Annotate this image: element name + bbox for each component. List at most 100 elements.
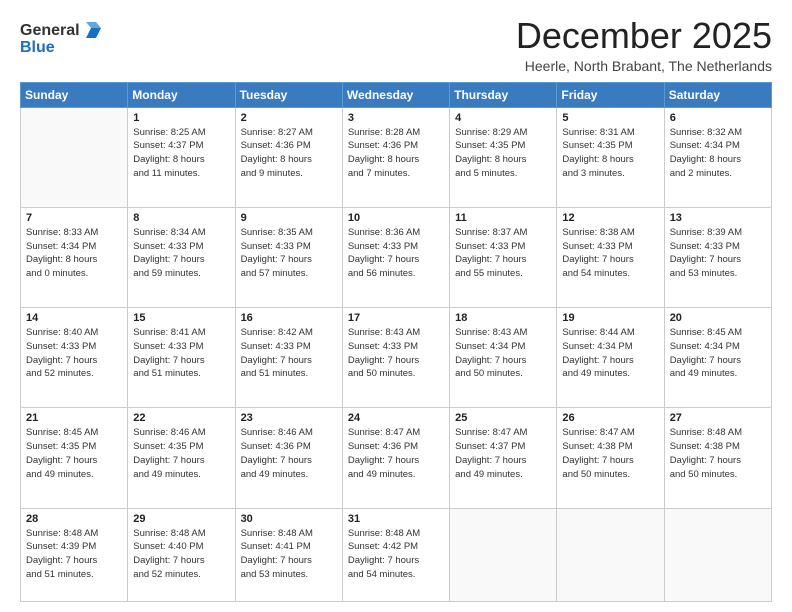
day-number: 31 [348,513,444,525]
day-info: Sunrise: 8:47 AMSunset: 4:38 PMDaylight:… [562,426,658,481]
day-number: 23 [241,412,337,424]
calendar-cell [557,508,664,601]
day-info: Sunrise: 8:36 AMSunset: 4:33 PMDaylight:… [348,226,444,281]
day-info: Sunrise: 8:41 AMSunset: 4:33 PMDaylight:… [133,326,229,381]
calendar-cell: 11 Sunrise: 8:37 AMSunset: 4:33 PMDayligh… [450,207,557,307]
day-info: Sunrise: 8:45 AMSunset: 4:34 PMDaylight:… [670,326,766,381]
day-number: 3 [348,112,444,124]
calendar-cell: 25Sunrise: 8:47 AMSunset: 4:37 PMDayligh… [450,408,557,508]
calendar-week-row: 21 Sunrise: 8:45 AMSunset: 4:35 PMDayligh… [21,408,772,508]
calendar-cell: 27 Sunrise: 8:48 AMSunset: 4:38 PMDayligh… [664,408,771,508]
day-info: Sunrise: 8:38 AMSunset: 4:33 PMDaylight:… [562,226,658,281]
day-info: Sunrise: 8:43 AMSunset: 4:34 PMDaylight:… [455,326,551,381]
calendar-cell: 31 Sunrise: 8:48 AMSunset: 4:42 PMDayligh… [342,508,449,601]
day-info: Sunrise: 8:28 AMSunset: 4:36 PMDaylight:… [348,126,444,181]
day-info: Sunrise: 8:48 AMSunset: 4:39 PMDaylight:… [26,527,122,582]
calendar-cell: 8 Sunrise: 8:34 AMSunset: 4:33 PMDaylight… [128,207,235,307]
day-number: 27 [670,412,766,424]
calendar-cell: 28 Sunrise: 8:48 AMSunset: 4:39 PMDayligh… [21,508,128,601]
day-number: 24 [348,412,444,424]
calendar-cell: 14 Sunrise: 8:40 AMSunset: 4:33 PMDayligh… [21,308,128,408]
day-info: Sunrise: 8:31 AMSunset: 4:35 PMDaylight:… [562,126,658,181]
day-info: Sunrise: 8:43 AMSunset: 4:33 PMDaylight:… [348,326,444,381]
day-info: Sunrise: 8:45 AMSunset: 4:35 PMDaylight:… [26,426,122,481]
day-number: 20 [670,312,766,324]
day-info: Sunrise: 8:44 AMSunset: 4:34 PMDaylight:… [562,326,658,381]
day-info: Sunrise: 8:34 AMSunset: 4:33 PMDaylight:… [133,226,229,281]
calendar-week-row: 28 Sunrise: 8:48 AMSunset: 4:39 PMDayligh… [21,508,772,601]
calendar-cell: 13 Sunrise: 8:39 AMSunset: 4:33 PMDayligh… [664,207,771,307]
calendar-cell: 29 Sunrise: 8:48 AMSunset: 4:40 PMDayligh… [128,508,235,601]
calendar-cell: 23 Sunrise: 8:46 AMSunset: 4:36 PMDayligh… [235,408,342,508]
day-info: Sunrise: 8:42 AMSunset: 4:33 PMDaylight:… [241,326,337,381]
day-number: 12 [562,212,658,224]
calendar-cell: 15 Sunrise: 8:41 AMSunset: 4:33 PMDayligh… [128,308,235,408]
day-info: Sunrise: 8:48 AMSunset: 4:42 PMDaylight:… [348,527,444,582]
day-number: 30 [241,513,337,525]
calendar-cell: 12 Sunrise: 8:38 AMSunset: 4:33 PMDayligh… [557,207,664,307]
day-info: Sunrise: 8:33 AMSunset: 4:34 PMDaylight:… [26,226,122,281]
day-number: 7 [26,212,122,224]
day-number: 5 [562,112,658,124]
day-number: 15 [133,312,229,324]
weekday-header: Sunday [21,82,128,107]
day-info: Sunrise: 8:39 AMSunset: 4:33 PMDaylight:… [670,226,766,281]
day-info: Sunrise: 8:32 AMSunset: 4:34 PMDaylight:… [670,126,766,181]
day-info: Sunrise: 8:48 AMSunset: 4:40 PMDaylight:… [133,527,229,582]
day-number: 19 [562,312,658,324]
month-title: December 2025 [516,16,772,56]
day-number: 26 [562,412,658,424]
calendar-cell: 10Sunrise: 8:36 AMSunset: 4:33 PMDayligh… [342,207,449,307]
calendar-cell: 5 Sunrise: 8:31 AMSunset: 4:35 PMDaylight… [557,107,664,207]
day-number: 9 [241,212,337,224]
day-info: Sunrise: 8:46 AMSunset: 4:36 PMDaylight:… [241,426,337,481]
logo: General Blue [20,20,104,57]
calendar-cell [450,508,557,601]
day-number: 17 [348,312,444,324]
day-number: 1 [133,112,229,124]
weekday-header: Monday [128,82,235,107]
page: General Blue December 2025 Heerle, North… [0,0,792,612]
calendar-cell: 26 Sunrise: 8:47 AMSunset: 4:38 PMDayligh… [557,408,664,508]
day-number: 13 [670,212,766,224]
calendar-cell: 6 Sunrise: 8:32 AMSunset: 4:34 PMDaylight… [664,107,771,207]
calendar-cell: 21 Sunrise: 8:45 AMSunset: 4:35 PMDayligh… [21,408,128,508]
weekday-header: Tuesday [235,82,342,107]
calendar-cell: 3 Sunrise: 8:28 AMSunset: 4:36 PMDaylight… [342,107,449,207]
day-number: 8 [133,212,229,224]
day-number: 4 [455,112,551,124]
calendar-cell: 19 Sunrise: 8:44 AMSunset: 4:34 PMDayligh… [557,308,664,408]
day-number: 2 [241,112,337,124]
calendar-cell: 20 Sunrise: 8:45 AMSunset: 4:34 PMDayligh… [664,308,771,408]
day-number: 21 [26,412,122,424]
logo-icon [82,20,104,42]
day-number: 11 [455,212,551,224]
day-number: 28 [26,513,122,525]
day-number: 6 [670,112,766,124]
calendar-week-row: 14 Sunrise: 8:40 AMSunset: 4:33 PMDayligh… [21,308,772,408]
calendar-cell: 22Sunrise: 8:46 AMSunset: 4:35 PMDayligh… [128,408,235,508]
calendar-cell: 30 Sunrise: 8:48 AMSunset: 4:41 PMDayligh… [235,508,342,601]
day-info: Sunrise: 8:48 AMSunset: 4:41 PMDaylight:… [241,527,337,582]
calendar-cell: 2Sunrise: 8:27 AMSunset: 4:36 PMDaylight… [235,107,342,207]
day-info: Sunrise: 8:46 AMSunset: 4:35 PMDaylight:… [133,426,229,481]
day-info: Sunrise: 8:40 AMSunset: 4:33 PMDaylight:… [26,326,122,381]
day-info: Sunrise: 8:35 AMSunset: 4:33 PMDaylight:… [241,226,337,281]
weekday-header: Thursday [450,82,557,107]
calendar-cell: 16Sunrise: 8:42 AMSunset: 4:33 PMDayligh… [235,308,342,408]
day-info: Sunrise: 8:25 AMSunset: 4:37 PMDaylight:… [133,126,229,181]
calendar-cell [664,508,771,601]
day-number: 29 [133,513,229,525]
logo-general-text: General [20,22,80,40]
day-info: Sunrise: 8:48 AMSunset: 4:38 PMDaylight:… [670,426,766,481]
day-info: Sunrise: 8:47 AMSunset: 4:37 PMDaylight:… [455,426,551,481]
weekday-header: Saturday [664,82,771,107]
calendar-week-row: 1 Sunrise: 8:25 AMSunset: 4:37 PMDaylight… [21,107,772,207]
calendar-cell [21,107,128,207]
calendar-header-row: SundayMondayTuesdayWednesdayThursdayFrid… [21,82,772,107]
calendar-week-row: 7 Sunrise: 8:33 AMSunset: 4:34 PMDaylight… [21,207,772,307]
day-info: Sunrise: 8:37 AMSunset: 4:33 PMDaylight:… [455,226,551,281]
title-block: December 2025 Heerle, North Brabant, The… [516,16,772,74]
day-number: 14 [26,312,122,324]
calendar-cell: 7 Sunrise: 8:33 AMSunset: 4:34 PMDaylight… [21,207,128,307]
